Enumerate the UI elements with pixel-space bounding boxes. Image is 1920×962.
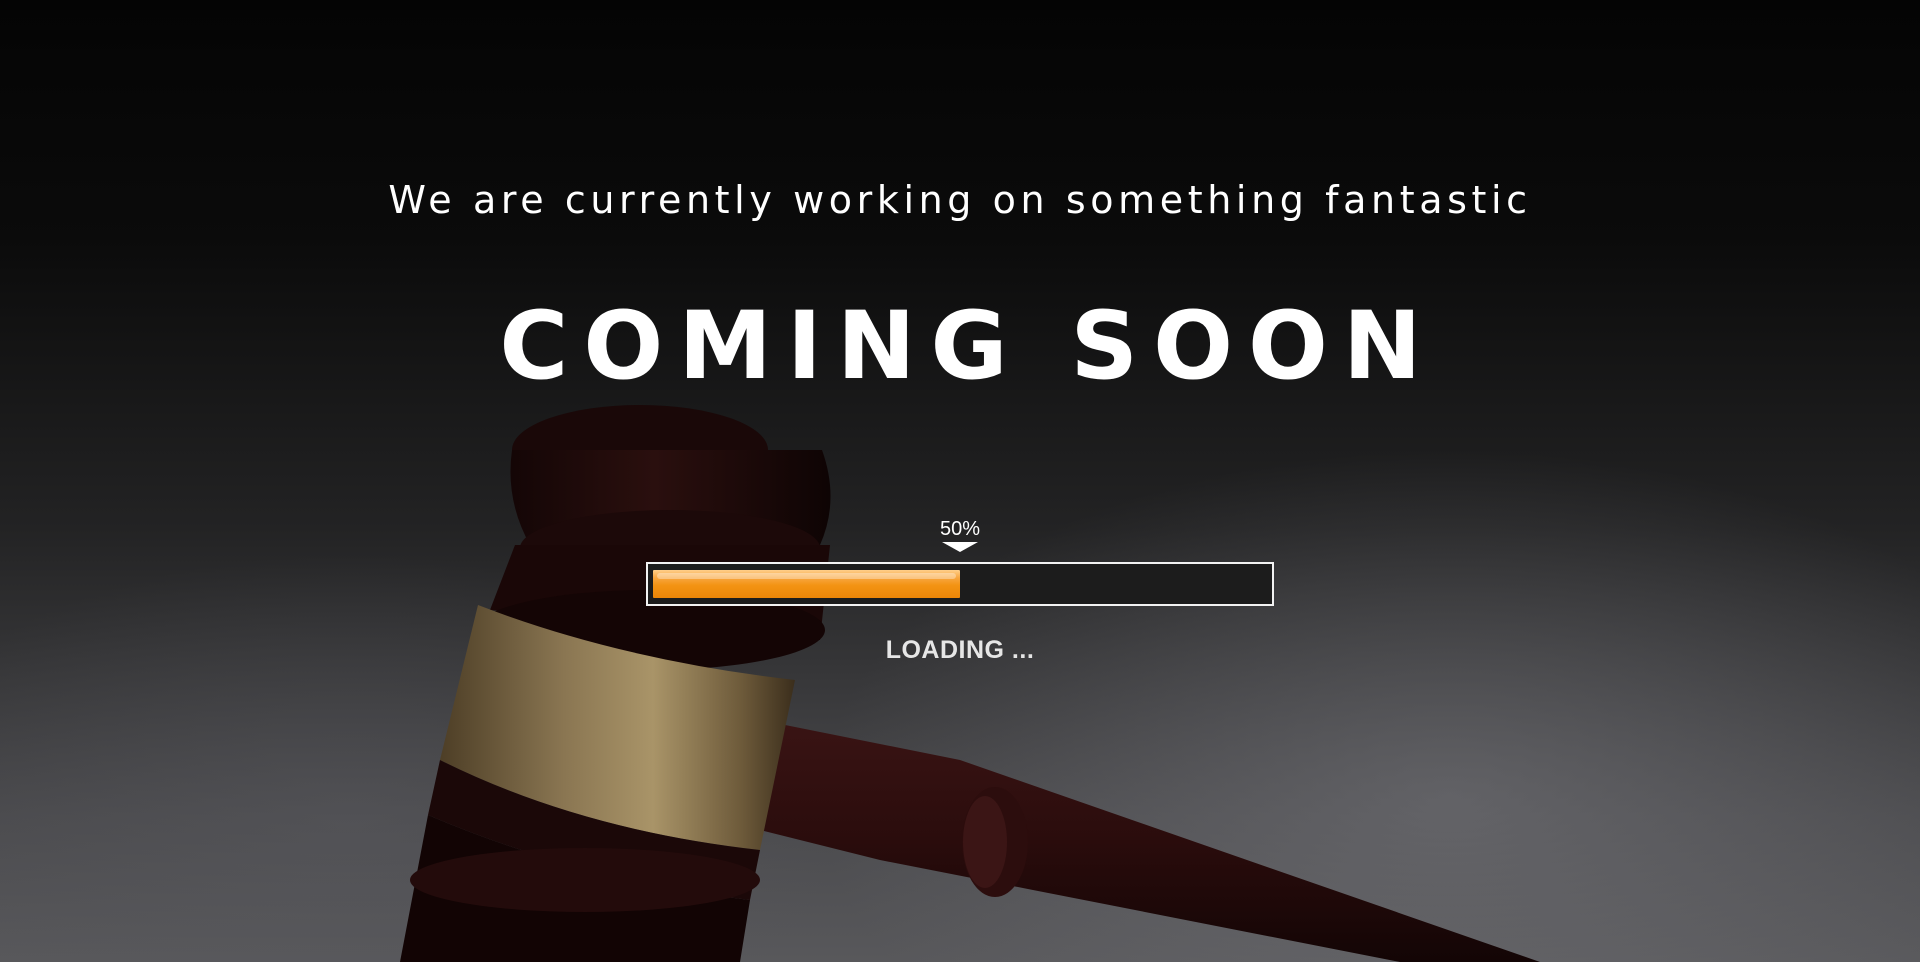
- tagline: We are currently working on something fa…: [388, 178, 1532, 222]
- coming-soon-heading: COMING SOON: [499, 292, 1437, 401]
- progress-bar: [646, 562, 1274, 606]
- progress-percent-label: 50%: [939, 518, 981, 540]
- progress-percent-marker: 50%: [930, 518, 990, 552]
- caret-down-icon: [942, 542, 978, 552]
- progress-bar-fill: [653, 570, 960, 598]
- coming-soon-page: We are currently working on something fa…: [0, 0, 1920, 962]
- gavel-icon: [400, 405, 1540, 962]
- loading-status: LOADING ...: [885, 636, 1035, 664]
